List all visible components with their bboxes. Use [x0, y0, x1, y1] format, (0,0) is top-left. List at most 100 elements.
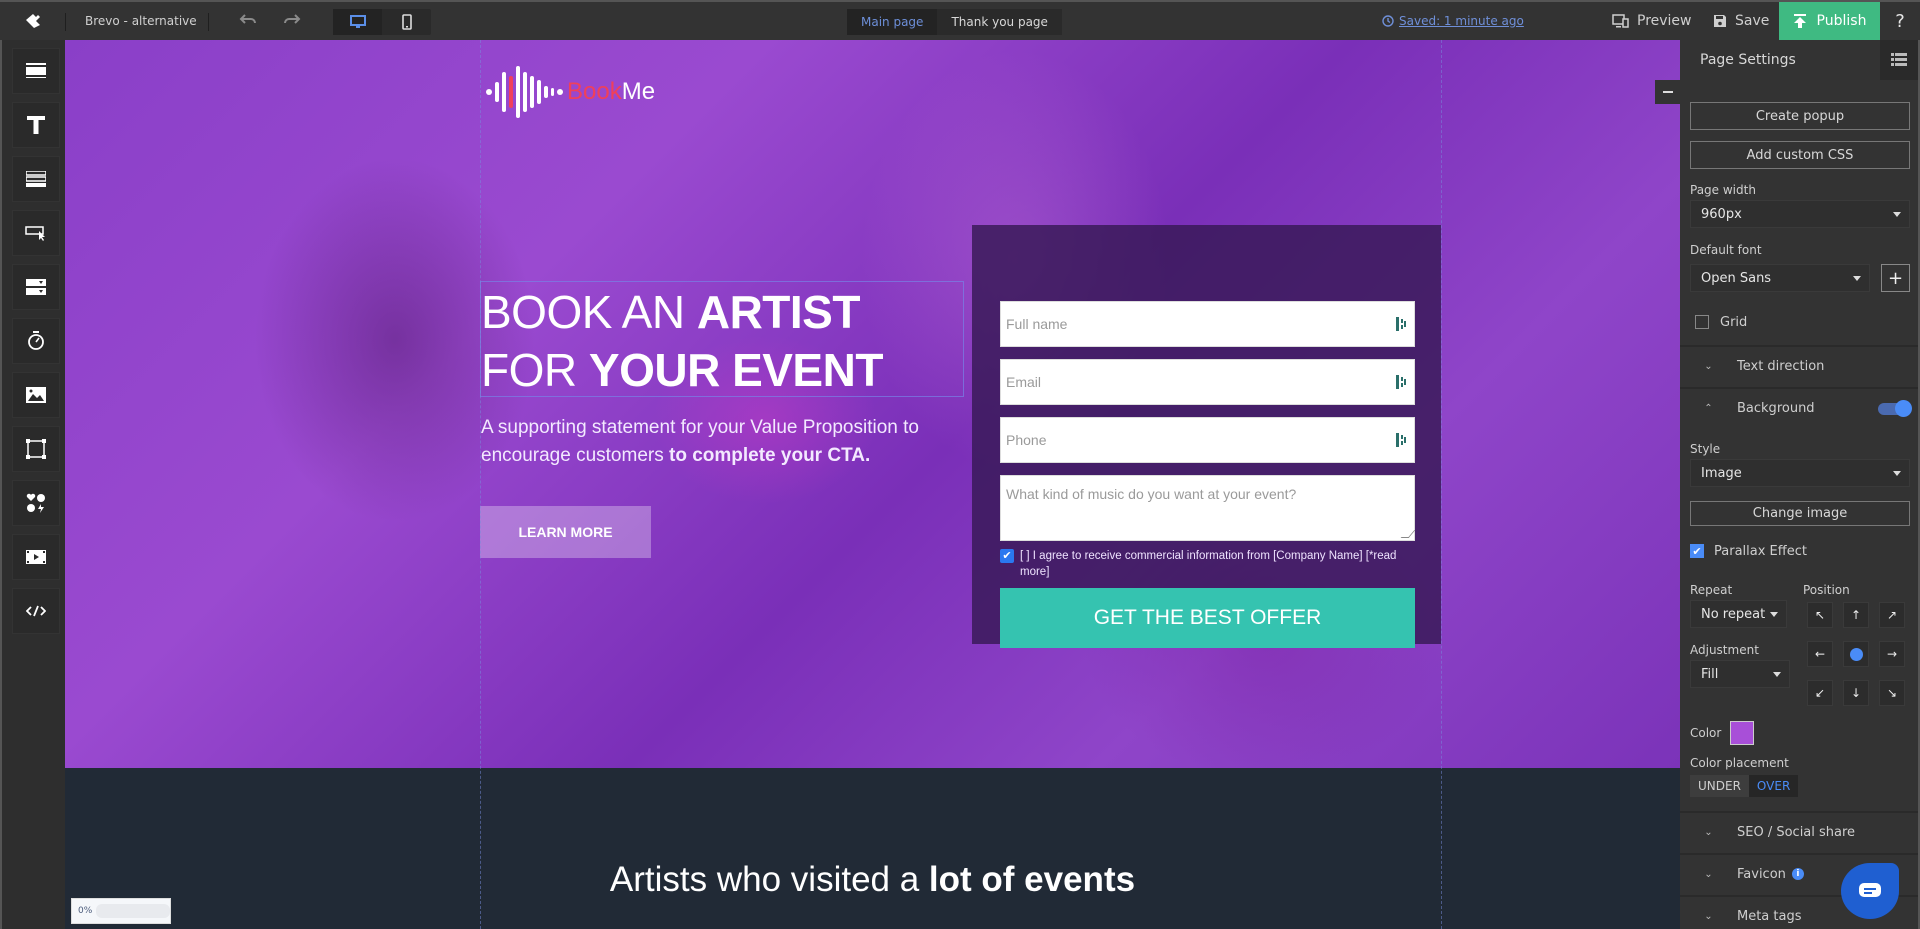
text-direction-section[interactable]: ⌄ Text direction — [1680, 345, 1918, 385]
save-button[interactable]: Save — [1713, 2, 1769, 40]
image-icon — [26, 387, 46, 403]
background-color-swatch[interactable] — [1730, 721, 1754, 745]
background-section[interactable]: ⌃ Background — [1680, 387, 1918, 427]
resize-handle-icon[interactable] — [1400, 530, 1416, 538]
learn-more-button[interactable]: LEARN MORE — [480, 506, 651, 558]
repeat-label: Repeat — [1690, 583, 1733, 597]
full-name-input[interactable]: Full name — [1000, 301, 1415, 347]
icons-tool[interactable] — [12, 480, 60, 526]
layout-guide-right — [1441, 40, 1442, 929]
full-name-placeholder: Full name — [1006, 316, 1068, 332]
shape-tool[interactable] — [12, 426, 60, 472]
background-style-select[interactable]: Image — [1690, 459, 1910, 487]
background-label: Background — [1737, 400, 1815, 416]
preview-button[interactable]: Preview — [1612, 2, 1692, 40]
create-popup-button[interactable]: Create popup — [1690, 102, 1910, 130]
redo-icon[interactable] — [281, 12, 303, 32]
section-title[interactable]: Artists who visited a lot of events — [65, 860, 1680, 900]
color-placement-toggle: UNDER OVER — [1690, 775, 1799, 797]
hero-section[interactable]: BookMe BOOK AN ARTIST FOR YOUR EVENT A s… — [65, 40, 1680, 768]
music-preference-textarea[interactable]: What kind of music do you want at your e… — [1000, 475, 1416, 541]
code-icon — [26, 605, 46, 617]
app-logo-icon[interactable] — [24, 12, 46, 30]
adjustment-label: Adjustment — [1690, 643, 1759, 657]
brand-name-me: Me — [621, 78, 656, 105]
hero-headline[interactable]: BOOK AN ARTIST FOR YOUR EVENT — [481, 283, 883, 399]
background-style-value: Image — [1701, 465, 1742, 481]
save-icon — [1714, 15, 1726, 27]
saved-status[interactable]: Saved: 1 minute ago — [1382, 14, 1524, 28]
help-button[interactable]: ? — [1880, 2, 1920, 40]
get-best-offer-button[interactable]: GET THE BEST OFFER — [1000, 588, 1415, 648]
arrow-down-left-icon: ↙ — [1814, 686, 1826, 700]
caret-down-icon — [1773, 672, 1781, 677]
signup-form: Full name Email Phone What kind of music… — [972, 225, 1441, 648]
position-center[interactable] — [1843, 641, 1869, 667]
position-bottom-left[interactable]: ↙ — [1807, 680, 1833, 706]
brand-logo[interactable]: BookMe — [485, 62, 655, 122]
code-tool[interactable] — [12, 588, 60, 634]
adjustment-select[interactable]: Fill — [1690, 660, 1790, 688]
text-direction-label: Text direction — [1737, 358, 1825, 374]
consent-row: ✔ [ ] I agree to receive commercial info… — [1000, 548, 1420, 580]
default-font-select[interactable]: Open Sans — [1690, 264, 1870, 292]
collapse-panel-button[interactable] — [1655, 80, 1680, 104]
text-tool[interactable] — [12, 102, 60, 148]
position-right[interactable]: → — [1879, 641, 1905, 667]
form-tool[interactable] — [12, 156, 60, 202]
mobile-view-button[interactable] — [382, 9, 431, 35]
position-top-left[interactable]: ↖ — [1807, 602, 1833, 628]
desktop-view-button[interactable] — [333, 9, 382, 35]
add-font-button[interactable]: + — [1881, 264, 1910, 292]
hero-subtext[interactable]: A supporting statement for your Value Pr… — [481, 414, 951, 470]
position-bottom-right[interactable]: ↘ — [1879, 680, 1905, 706]
change-image-button[interactable]: Change image — [1690, 501, 1910, 526]
chevron-down-icon: ⌄ — [1704, 826, 1713, 838]
timer-icon — [28, 331, 44, 350]
save-label: Save — [1735, 13, 1770, 29]
position-bottom[interactable]: ↓ — [1843, 680, 1869, 706]
background-toggle[interactable] — [1878, 400, 1912, 417]
help-label: ? — [1895, 10, 1905, 32]
undo-icon[interactable] — [237, 12, 259, 32]
color-placement-under[interactable]: UNDER — [1690, 775, 1749, 797]
grid-checkbox[interactable] — [1695, 315, 1709, 329]
section-tool[interactable] — [12, 48, 60, 94]
image-tool[interactable] — [12, 372, 60, 418]
position-top[interactable]: ↑ — [1843, 602, 1869, 628]
panel-title: Page Settings — [1700, 52, 1796, 68]
position-left[interactable]: ← — [1807, 641, 1833, 667]
timer-tool[interactable] — [12, 318, 60, 364]
add-custom-css-button[interactable]: Add custom CSS — [1690, 141, 1910, 169]
toggle-knob — [1895, 400, 1912, 417]
chat-icon — [1859, 883, 1881, 897]
page-width-select[interactable]: 960px — [1690, 200, 1910, 228]
button-tool[interactable] — [12, 210, 60, 256]
phone-placeholder: Phone — [1006, 432, 1047, 448]
saved-status-text: Saved: 1 minute ago — [1399, 14, 1524, 28]
publish-button[interactable]: Publish — [1779, 2, 1880, 40]
meta-tags-label: Meta tags — [1737, 908, 1802, 924]
phone-input[interactable]: Phone — [1000, 417, 1415, 463]
color-placement-over[interactable]: OVER — [1748, 775, 1799, 797]
info-icon[interactable]: i — [1791, 868, 1804, 880]
position-label: Position — [1803, 583, 1850, 597]
email-input[interactable]: Email — [1000, 359, 1415, 405]
position-top-right[interactable]: ↗ — [1879, 602, 1905, 628]
repeat-select[interactable]: No repeat — [1690, 600, 1787, 628]
parallax-checkbox[interactable]: ✔ — [1690, 544, 1704, 558]
tab-main-page[interactable]: Main page — [847, 9, 938, 35]
arrow-up-right-icon: ↗ — [1886, 608, 1898, 622]
chat-support-button[interactable] — [1841, 863, 1899, 919]
video-tool[interactable] — [12, 534, 60, 580]
consent-checkbox[interactable]: ✔ — [1000, 549, 1014, 563]
layers-menu-button[interactable] — [1880, 40, 1918, 80]
arrow-up-icon: ↑ — [1850, 608, 1862, 622]
dropdown-tool[interactable] — [12, 264, 60, 310]
tab-thank-you-page[interactable]: Thank you page — [937, 9, 1062, 35]
arrow-right-icon: → — [1886, 647, 1898, 661]
soundwave-icon — [486, 66, 563, 118]
seo-section[interactable]: ⌄ SEO / Social share — [1680, 811, 1918, 851]
caret-down-icon — [1853, 276, 1861, 281]
page-tabs: Main page Thank you page — [847, 9, 1062, 35]
